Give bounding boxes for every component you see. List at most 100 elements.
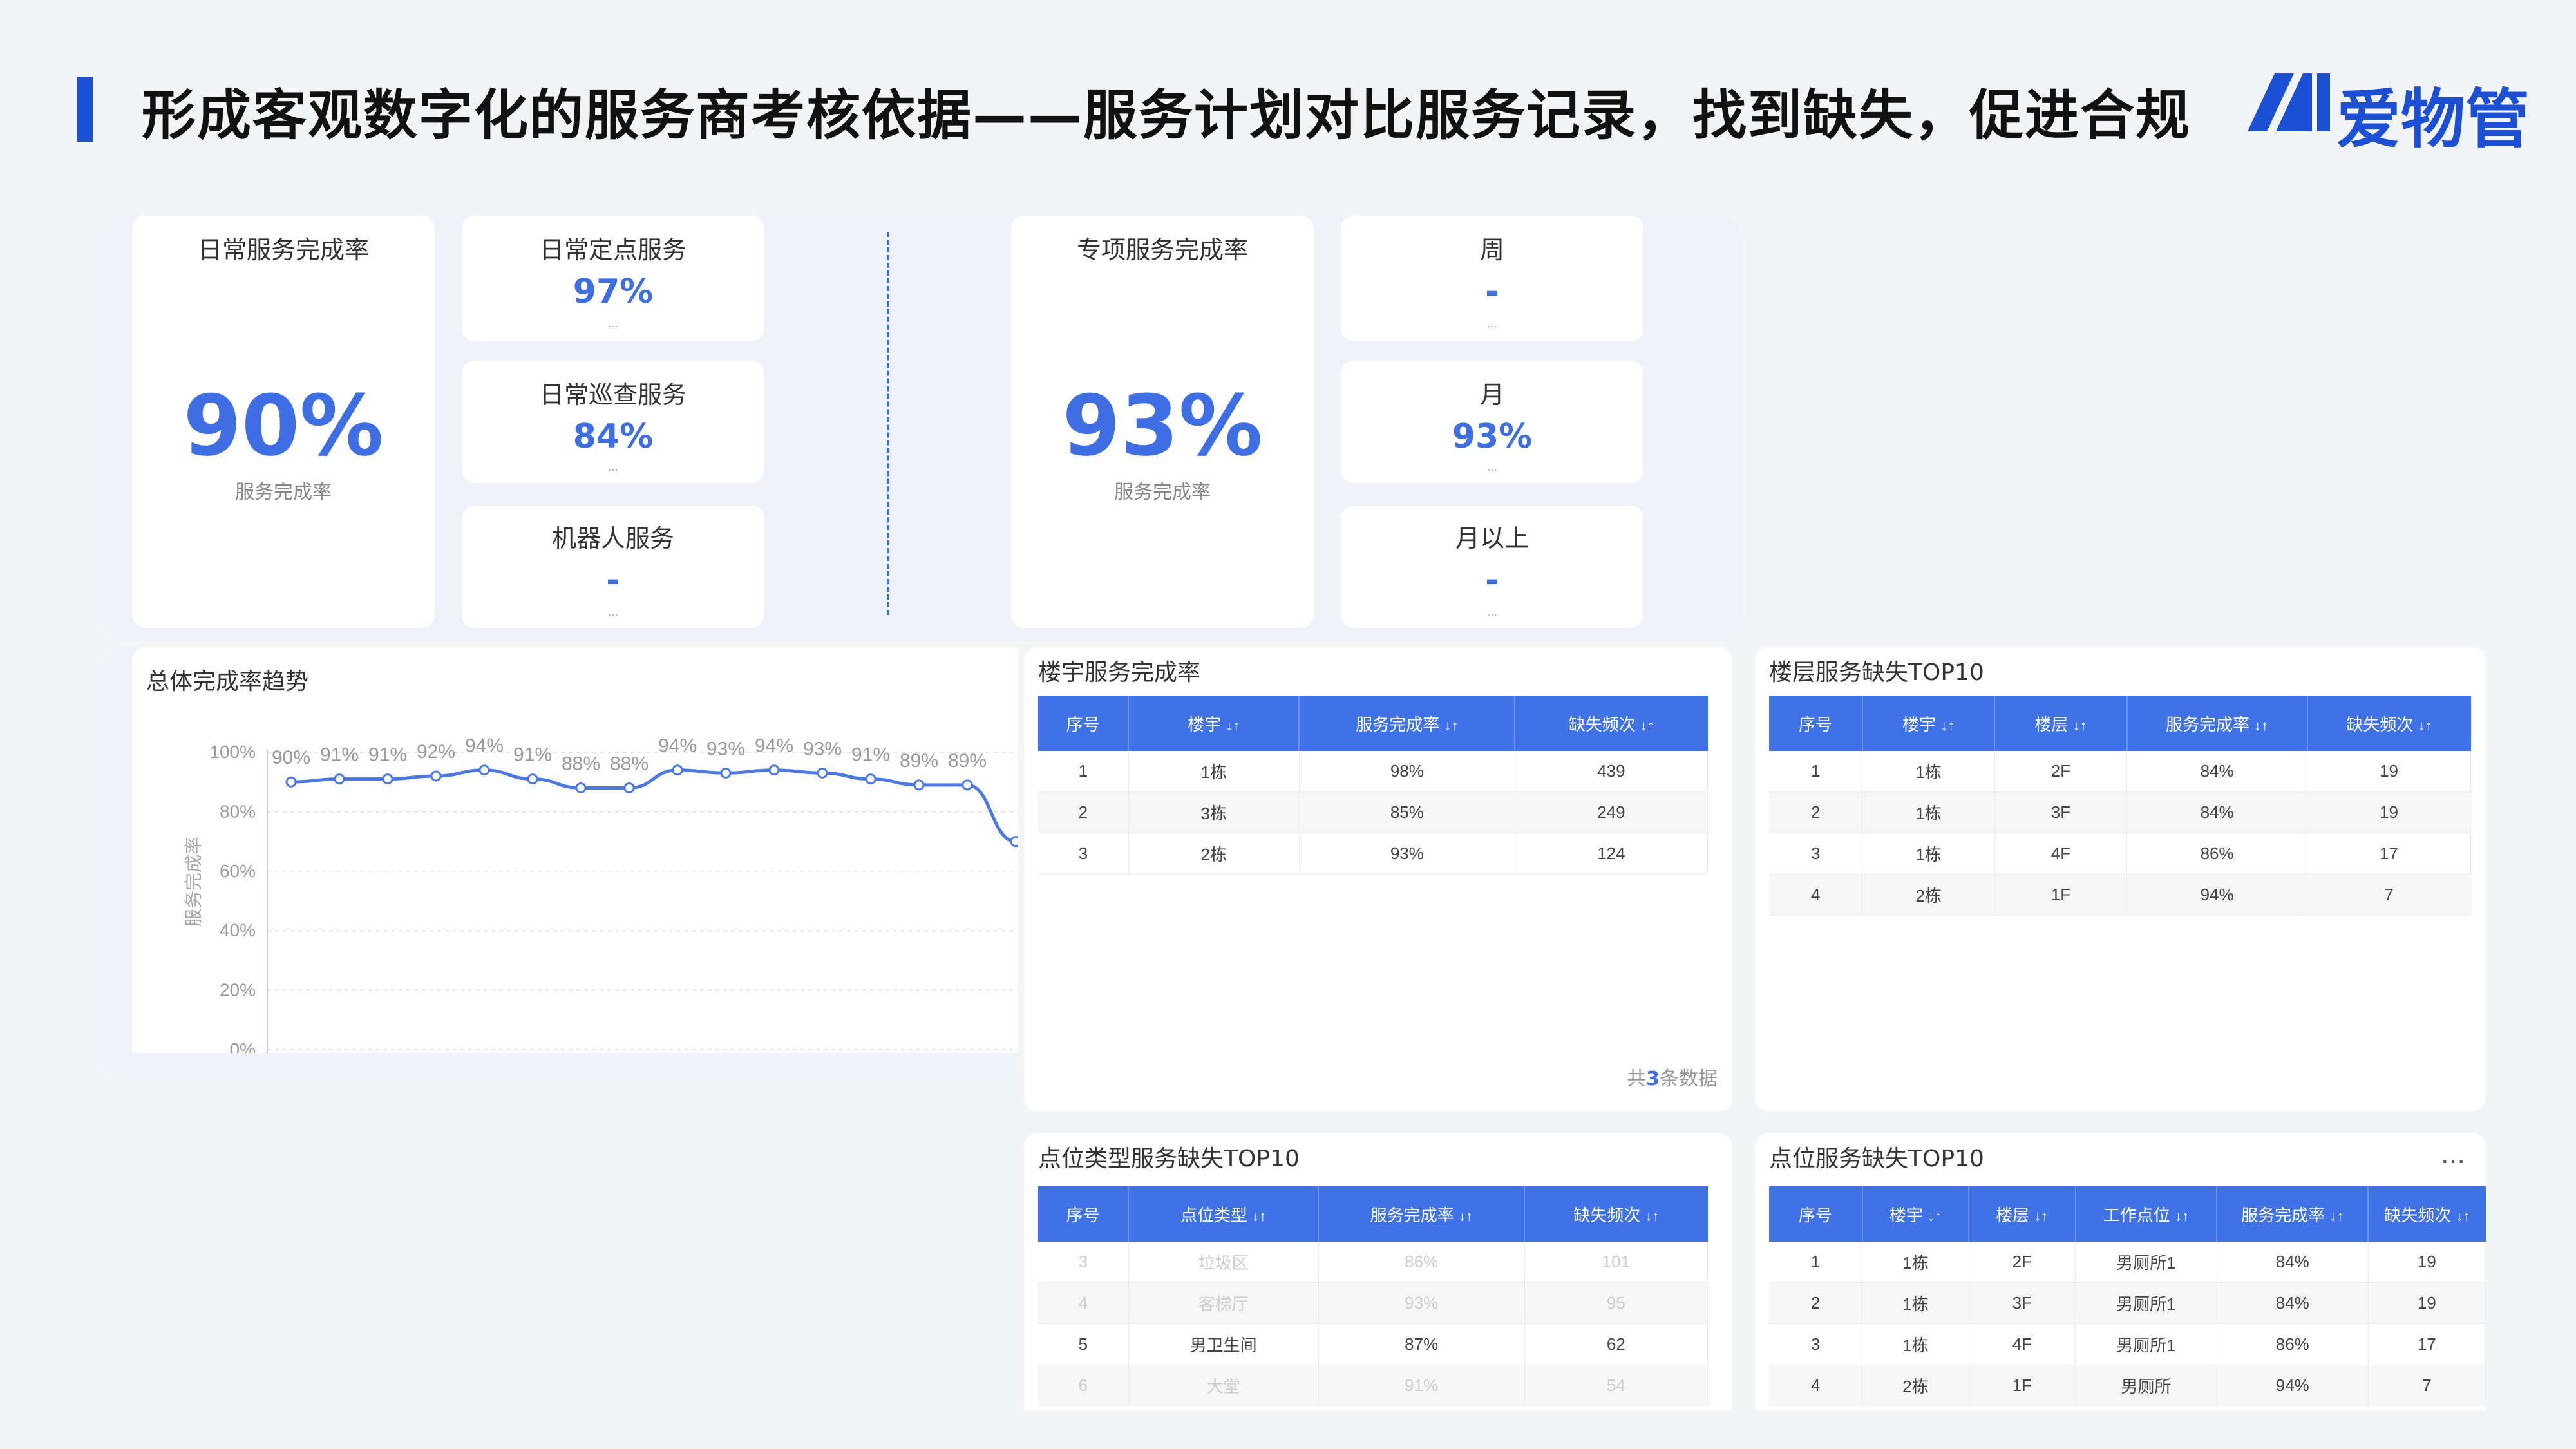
sort-icon[interactable]: ↓↑ [1940, 717, 1955, 734]
data-point [527, 773, 538, 785]
sort-icon[interactable]: ↓↑ [2456, 1208, 2470, 1224]
daily-item-sub: ... [608, 606, 618, 618]
stats-panel: 日常服务完成率 90% 服务完成率 日常定点服务 97% ... 日常巡查服务 … [103, 216, 1742, 641]
sort-icon[interactable]: ↓↑ [1459, 1208, 1473, 1224]
daily-main-value: 90% [183, 377, 384, 475]
point-type-title: 点位类型服务缺失TOP10 [1038, 1146, 1300, 1172]
daily-item-card[interactable]: 机器人服务 - ... [462, 506, 764, 628]
sort-icon[interactable]: ↓↑ [1645, 1208, 1659, 1224]
special-main-card: 专项服务完成率 93% 服务完成率 [1011, 216, 1314, 628]
table-row[interactable]: 3 1栋 4F 86% 17 [1769, 833, 2471, 875]
data-label: 90% [272, 747, 310, 768]
special-item-value: - [1485, 272, 1499, 311]
trend-card: 总体完成率趋势 100% 80% 60% 40% 20% 0% 服务完成率 90% 91% 91%… [132, 647, 1018, 1053]
data-point [768, 764, 780, 776]
special-item-sub: ... [1487, 317, 1497, 330]
col-header[interactable]: 楼宇 ↓↑ [1862, 1186, 1970, 1242]
daily-main-sub: 服务完成率 [235, 481, 332, 504]
sort-icon[interactable]: ↓↑ [1927, 1208, 1942, 1224]
data-label: 91% [851, 744, 890, 766]
col-header[interactable]: 服务完成率 ↓↑ [1318, 1186, 1526, 1242]
col-header[interactable]: 服务完成率 ↓↑ [1299, 696, 1516, 751]
col-header[interactable]: 缺失频次 ↓↑ [2307, 696, 2471, 751]
sort-icon[interactable]: ↓↑ [2418, 717, 2432, 734]
special-item-card[interactable]: 月 93% ... [1341, 361, 1643, 483]
col-header[interactable]: 序号 [1769, 696, 1863, 751]
daily-item-card[interactable]: 日常定点服务 97% ... [462, 216, 764, 341]
col-header[interactable]: 缺失频次 ↓↑ [1515, 696, 1708, 751]
col-header[interactable]: 序号 [1038, 696, 1130, 751]
table-row[interactable]: 6 大堂 91% 54 [1038, 1365, 1709, 1406]
special-item-sub: ... [1487, 461, 1497, 473]
building-card: 楼宇服务完成率 序号 楼宇 ↓↑ 服务完成率 ↓↑ 缺失频次 ↓↑ 1 1栋 98%… [1024, 647, 1732, 1111]
data-point [817, 767, 828, 779]
sort-icon[interactable]: ↓↑ [2329, 1208, 2344, 1224]
sort-icon[interactable]: ↓↑ [2034, 1208, 2048, 1224]
daily-item-sub: ... [608, 317, 618, 330]
table-row[interactable]: 2 3栋 85% 249 [1038, 791, 1709, 833]
table-row[interactable]: 2 1栋 3F 84% 19 [1769, 791, 2471, 833]
point-type-card: 点位类型服务缺失TOP10 序号 点位类型 ↓↑ 服务完成率 ↓↑ 缺失频次 ↓… [1024, 1133, 1732, 1410]
page-title: 形成客观数字化的服务商考核依据——服务计划对比服务记录，找到缺失，促进合规 [142, 84, 2192, 147]
data-point [865, 773, 876, 785]
table-row[interactable]: 4 2栋 1F 男厕所 94% 7 [1769, 1365, 2486, 1406]
table-row[interactable]: 3 垃圾区 86% 101 [1038, 1242, 1709, 1283]
table-row[interactable]: 5 男卫生间 87% 62 [1038, 1323, 1709, 1365]
col-header[interactable]: 缺失频次 ↓↑ [1524, 1186, 1708, 1242]
logo-mark-icon [2248, 73, 2330, 131]
sort-icon[interactable]: ↓↑ [2254, 717, 2268, 734]
building-table: 序号 楼宇 ↓↑ 服务完成率 ↓↑ 缺失频次 ↓↑ 1 1栋 98% 439 2 3栋 8… [1038, 696, 1709, 875]
special-item-card[interactable]: 月以上 - ... [1341, 506, 1643, 628]
special-item-label: 月以上 [1455, 524, 1529, 553]
y-axis-label: 服务完成率 [183, 837, 204, 927]
table-row[interactable]: 1 1栋 2F 84% 19 [1769, 751, 2471, 792]
col-header[interactable]: 服务完成率 ↓↑ [2217, 1186, 2369, 1242]
data-label: 89% [948, 750, 987, 772]
more-icon[interactable]: ... [2441, 1140, 2465, 1170]
point-type-table: 序号 点位类型 ↓↑ 服务完成率 ↓↑ 缺失频次 ↓↑ 3 垃圾区 86% 101 4… [1038, 1186, 1709, 1406]
col-header[interactable]: 楼宇 ↓↑ [1128, 696, 1300, 751]
table-row[interactable]: 3 2栋 93% 124 [1038, 833, 1709, 875]
y-tick-label: 0% [230, 1039, 256, 1053]
data-point [672, 764, 683, 776]
data-label: 94% [658, 735, 697, 757]
sort-icon[interactable]: ↓↑ [1640, 717, 1654, 734]
col-header[interactable]: 楼层 ↓↑ [1994, 696, 2128, 751]
col-header[interactable]: 楼层 ↓↑ [1969, 1186, 2076, 1242]
daily-item-sub: ... [608, 461, 618, 473]
col-header[interactable]: 序号 [1769, 1186, 1863, 1242]
data-label: 91% [513, 744, 552, 766]
special-item-label: 周 [1479, 236, 1504, 264]
daily-item-label: 机器人服务 [551, 524, 674, 553]
col-header[interactable]: 点位类型 ↓↑ [1128, 1186, 1320, 1242]
special-item-value: 93% [1452, 417, 1533, 456]
sort-icon[interactable]: ↓↑ [2073, 717, 2087, 734]
sort-icon[interactable]: ↓↑ [2175, 1208, 2189, 1224]
sort-icon[interactable]: ↓↑ [1226, 717, 1240, 734]
sort-icon[interactable]: ↓↑ [1444, 717, 1458, 734]
floor-title: 楼层服务缺失TOP10 [1769, 659, 1984, 686]
table-row[interactable]: 1 1栋 2F 男厕所1 84% 19 [1769, 1242, 2486, 1283]
special-main-value: 93% [1062, 377, 1263, 475]
data-label: 89% [900, 750, 938, 772]
y-tick-label: 100% [209, 742, 256, 762]
daily-item-card[interactable]: 日常巡查服务 84% ... [462, 361, 764, 483]
data-label: 91% [320, 744, 359, 766]
table-row[interactable]: 2 1栋 3F 男厕所1 84% 19 [1769, 1282, 2486, 1324]
table-row[interactable]: 3 1栋 4F 男厕所1 86% 17 [1769, 1323, 2486, 1365]
special-item-card[interactable]: 周 - ... [1341, 216, 1643, 341]
col-header[interactable]: 缺失频次 ↓↑ [2368, 1186, 2486, 1242]
special-item-value: - [1485, 561, 1499, 600]
col-header[interactable]: 序号 [1038, 1186, 1130, 1242]
col-header[interactable]: 楼宇 ↓↑ [1862, 696, 1996, 751]
table-row[interactable]: 1 1栋 98% 439 [1038, 751, 1709, 792]
table-row[interactable]: 4 2栋 1F 94% 7 [1769, 874, 2471, 916]
point-title: 点位服务缺失TOP10 [1769, 1146, 1984, 1172]
table-row[interactable]: 4 客梯厅 93% 95 [1038, 1282, 1709, 1324]
col-header[interactable]: 工作点位 ↓↑ [2075, 1186, 2218, 1242]
special-item-sub: ... [1487, 606, 1497, 618]
point-table: 序号 楼宇 ↓↑ 楼层 ↓↑ 工作点位 ↓↑ 服务完成率 ↓↑ 缺失频次 ↓↑ … [1769, 1186, 2486, 1406]
col-header[interactable]: 服务完成率 ↓↑ [2126, 696, 2308, 751]
sort-icon[interactable]: ↓↑ [1252, 1208, 1266, 1224]
data-point [961, 779, 973, 791]
